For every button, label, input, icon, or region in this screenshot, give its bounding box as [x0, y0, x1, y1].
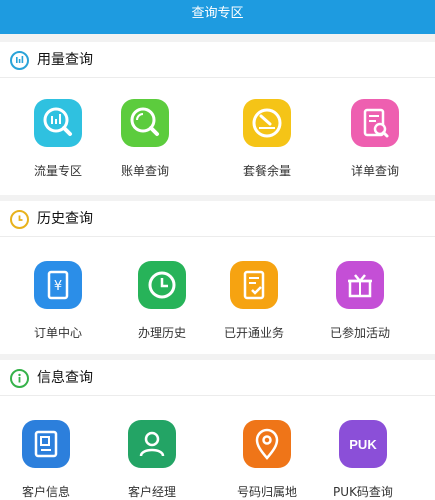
item-label: 号码归属地 — [236, 485, 297, 499]
item-label: 详单查询 — [350, 164, 399, 178]
section-title: 信息查询 — [37, 370, 93, 386]
clock-history-icon — [138, 261, 186, 309]
item-label: 订单中心 — [33, 326, 82, 340]
section-title: 用量查询 — [37, 52, 93, 68]
data-chart-search-icon — [34, 99, 82, 147]
gauge-icon — [243, 99, 291, 147]
search-magnifier-icon — [121, 99, 169, 147]
yuan-receipt-icon: ¥ — [34, 261, 82, 309]
item-label: 办理历史 — [137, 326, 186, 340]
id-card-icon — [22, 420, 70, 468]
section-header: 用量查询 — [0, 42, 435, 78]
item-label: 套餐余量 — [242, 164, 291, 178]
section-title: 历史查询 — [37, 211, 93, 227]
item-label: PUK码查询 — [333, 485, 393, 499]
item-package-balance[interactable]: 套餐余量 — [222, 99, 312, 189]
user-icon — [128, 420, 176, 468]
item-detail-query[interactable]: 详单查询 — [330, 99, 420, 189]
item-joined-activities[interactable]: 已参加活动 — [315, 261, 405, 351]
item-customer-manager[interactable]: 客户经理 — [107, 420, 197, 500]
item-label: 已开通业务 — [223, 326, 284, 340]
section-header: 历史查询 — [0, 201, 435, 237]
puk-badge-icon: PUK — [339, 420, 387, 468]
info-circle-icon — [10, 369, 29, 388]
item-label: 账单查询 — [120, 164, 169, 178]
bar-chart-circle-icon — [10, 51, 29, 70]
item-label: 客户经理 — [127, 485, 176, 499]
item-label: 客户信息 — [21, 485, 70, 499]
section-history-query: 历史查询 ¥ 订单中心 办理历史 已开通业务 已参加活动 — [0, 201, 435, 354]
section-info-query: 信息查询 客户信息 客户经理 号码归属地 PUK PUK码查询 — [0, 360, 435, 500]
item-customer-info[interactable]: 客户信息 — [1, 420, 91, 500]
location-pin-icon — [243, 420, 291, 468]
section-header: 信息查询 — [0, 360, 435, 396]
item-handling-history[interactable]: 办理历史 — [117, 261, 207, 351]
gift-box-icon — [336, 261, 384, 309]
document-check-icon — [230, 261, 278, 309]
section-usage-query: 用量查询 流量专区 账单查询 套餐余量 详单查询 — [0, 42, 435, 195]
page-title: 查询专区 — [191, 6, 244, 21]
svg-text:¥: ¥ — [54, 279, 62, 294]
title-bar: 查询专区 — [0, 0, 435, 34]
item-number-location[interactable]: 号码归属地 — [222, 420, 312, 500]
item-data-zone[interactable]: 流量专区 — [13, 99, 103, 189]
item-label: 已参加活动 — [329, 326, 390, 340]
item-puk-query[interactable]: PUK PUK码查询 — [318, 420, 408, 500]
item-label: 流量专区 — [33, 164, 82, 178]
puk-badge-text: PUK — [349, 437, 377, 452]
document-search-icon — [351, 99, 399, 147]
clock-circle-icon — [10, 210, 29, 229]
item-activated-services[interactable]: 已开通业务 — [209, 261, 299, 351]
item-order-center[interactable]: ¥ 订单中心 — [13, 261, 103, 351]
item-bill-query[interactable]: 账单查询 — [100, 99, 190, 189]
